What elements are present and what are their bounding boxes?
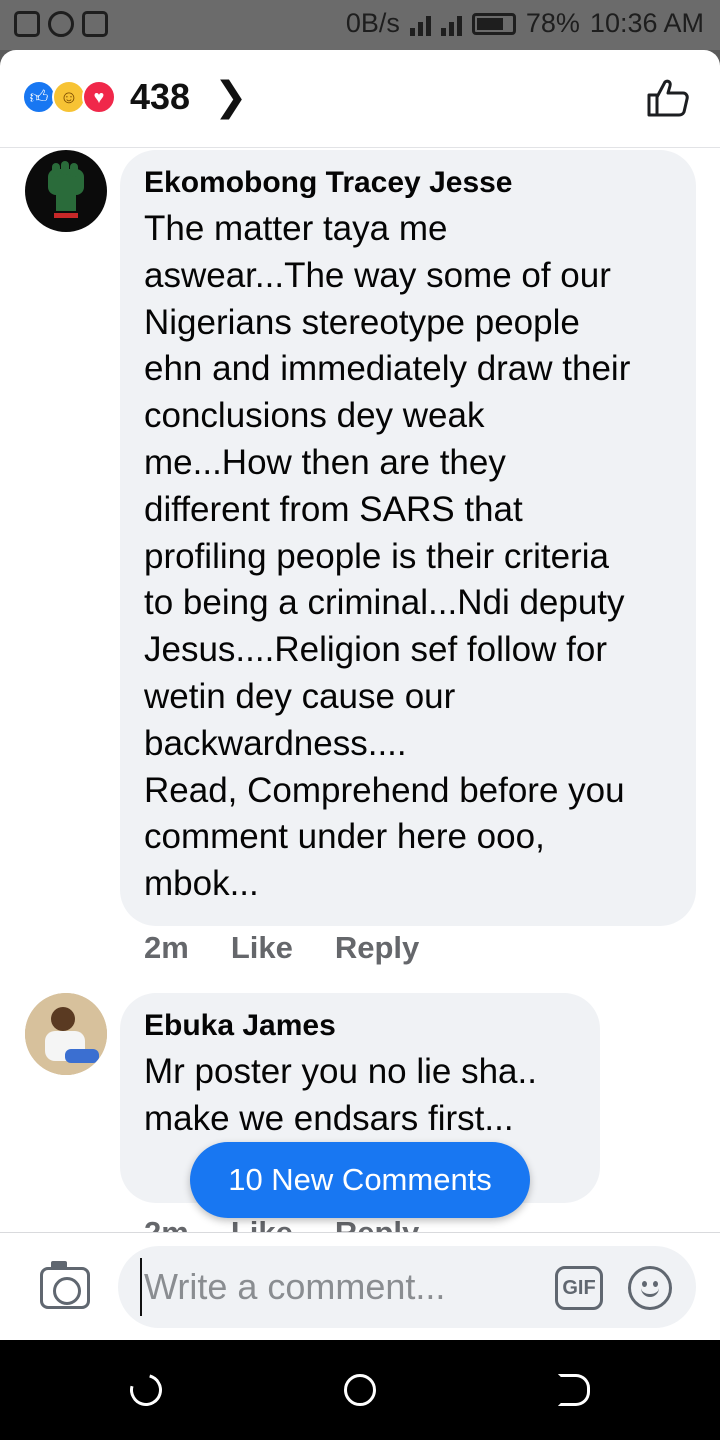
status-right: 0B/s 78% 10:36 AM — [346, 8, 704, 39]
recent-apps-icon[interactable] — [124, 1368, 168, 1412]
chevron-right-icon[interactable]: ❯ — [214, 74, 248, 120]
emoji-icon[interactable] — [628, 1266, 672, 1310]
facebook-notification-icon — [14, 11, 40, 37]
camera-icon[interactable] — [40, 1261, 90, 1309]
comment-author[interactable]: Ebuka James — [144, 1009, 576, 1043]
reaction-icons: 👍︎ ☺ ♥ — [22, 80, 116, 114]
comment-actions: 2m Like Reply — [144, 930, 419, 966]
comment-bubble[interactable]: Ekomobong Tracey Jesse The matter taya m… — [120, 150, 696, 926]
avatar[interactable] — [25, 993, 107, 1075]
comment-input[interactable] — [140, 1258, 540, 1316]
comment-time: 2m — [144, 930, 189, 965]
notification-icons — [14, 11, 108, 37]
battery-icon — [471, 12, 516, 35]
network-speed: 0B/s — [345, 8, 400, 38]
back-icon[interactable] — [558, 1374, 590, 1406]
messenger-notification-icon — [48, 11, 74, 37]
clock: 10:36 AM — [589, 8, 704, 38]
like-link[interactable]: Like — [231, 930, 293, 966]
comment-author[interactable]: Ekomobong Tracey Jesse — [144, 166, 672, 200]
comment-text: Mr poster you no lie sha.. make we endsa… — [144, 1052, 537, 1138]
battery-percent: 78% — [525, 8, 580, 38]
comment-composer: GIF — [0, 1232, 720, 1340]
status-bar: 0B/s 78% 10:36 AM — [0, 0, 720, 50]
reaction-count[interactable]: 438 — [130, 76, 190, 118]
reply-link[interactable]: Reply — [335, 930, 419, 966]
person-photo-icon — [25, 993, 107, 1075]
new-comments-button[interactable]: 10 New Comments — [190, 1142, 530, 1218]
signal-2-icon — [440, 12, 462, 36]
system-nav-bar — [0, 1340, 720, 1440]
screencast-notification-icon — [82, 11, 108, 37]
gif-icon[interactable]: GIF — [555, 1266, 603, 1310]
comment-text: The matter taya me aswear...The way some… — [144, 209, 631, 904]
comment-input-wrap: GIF — [118, 1246, 696, 1328]
signal-icon — [409, 12, 431, 36]
fist-icon — [48, 161, 84, 218]
app-screen: 0B/s 78% 10:36 AM 👍︎ ☺ ♥ 438 ❯ Ekomobong… — [0, 0, 720, 1440]
comments-sheet: 👍︎ ☺ ♥ 438 ❯ Ekomobong Tracey Jesse The … — [0, 50, 720, 1340]
avatar[interactable] — [25, 150, 107, 232]
home-icon[interactable] — [344, 1374, 376, 1406]
love-reaction-icon: ♥ — [82, 80, 116, 114]
like-reaction-icon: 👍︎ — [22, 80, 56, 114]
reactions-bar[interactable]: 👍︎ ☺ ♥ 438 ❯ — [0, 50, 720, 148]
like-button-icon[interactable] — [646, 78, 690, 118]
haha-reaction-icon: ☺ — [52, 80, 86, 114]
